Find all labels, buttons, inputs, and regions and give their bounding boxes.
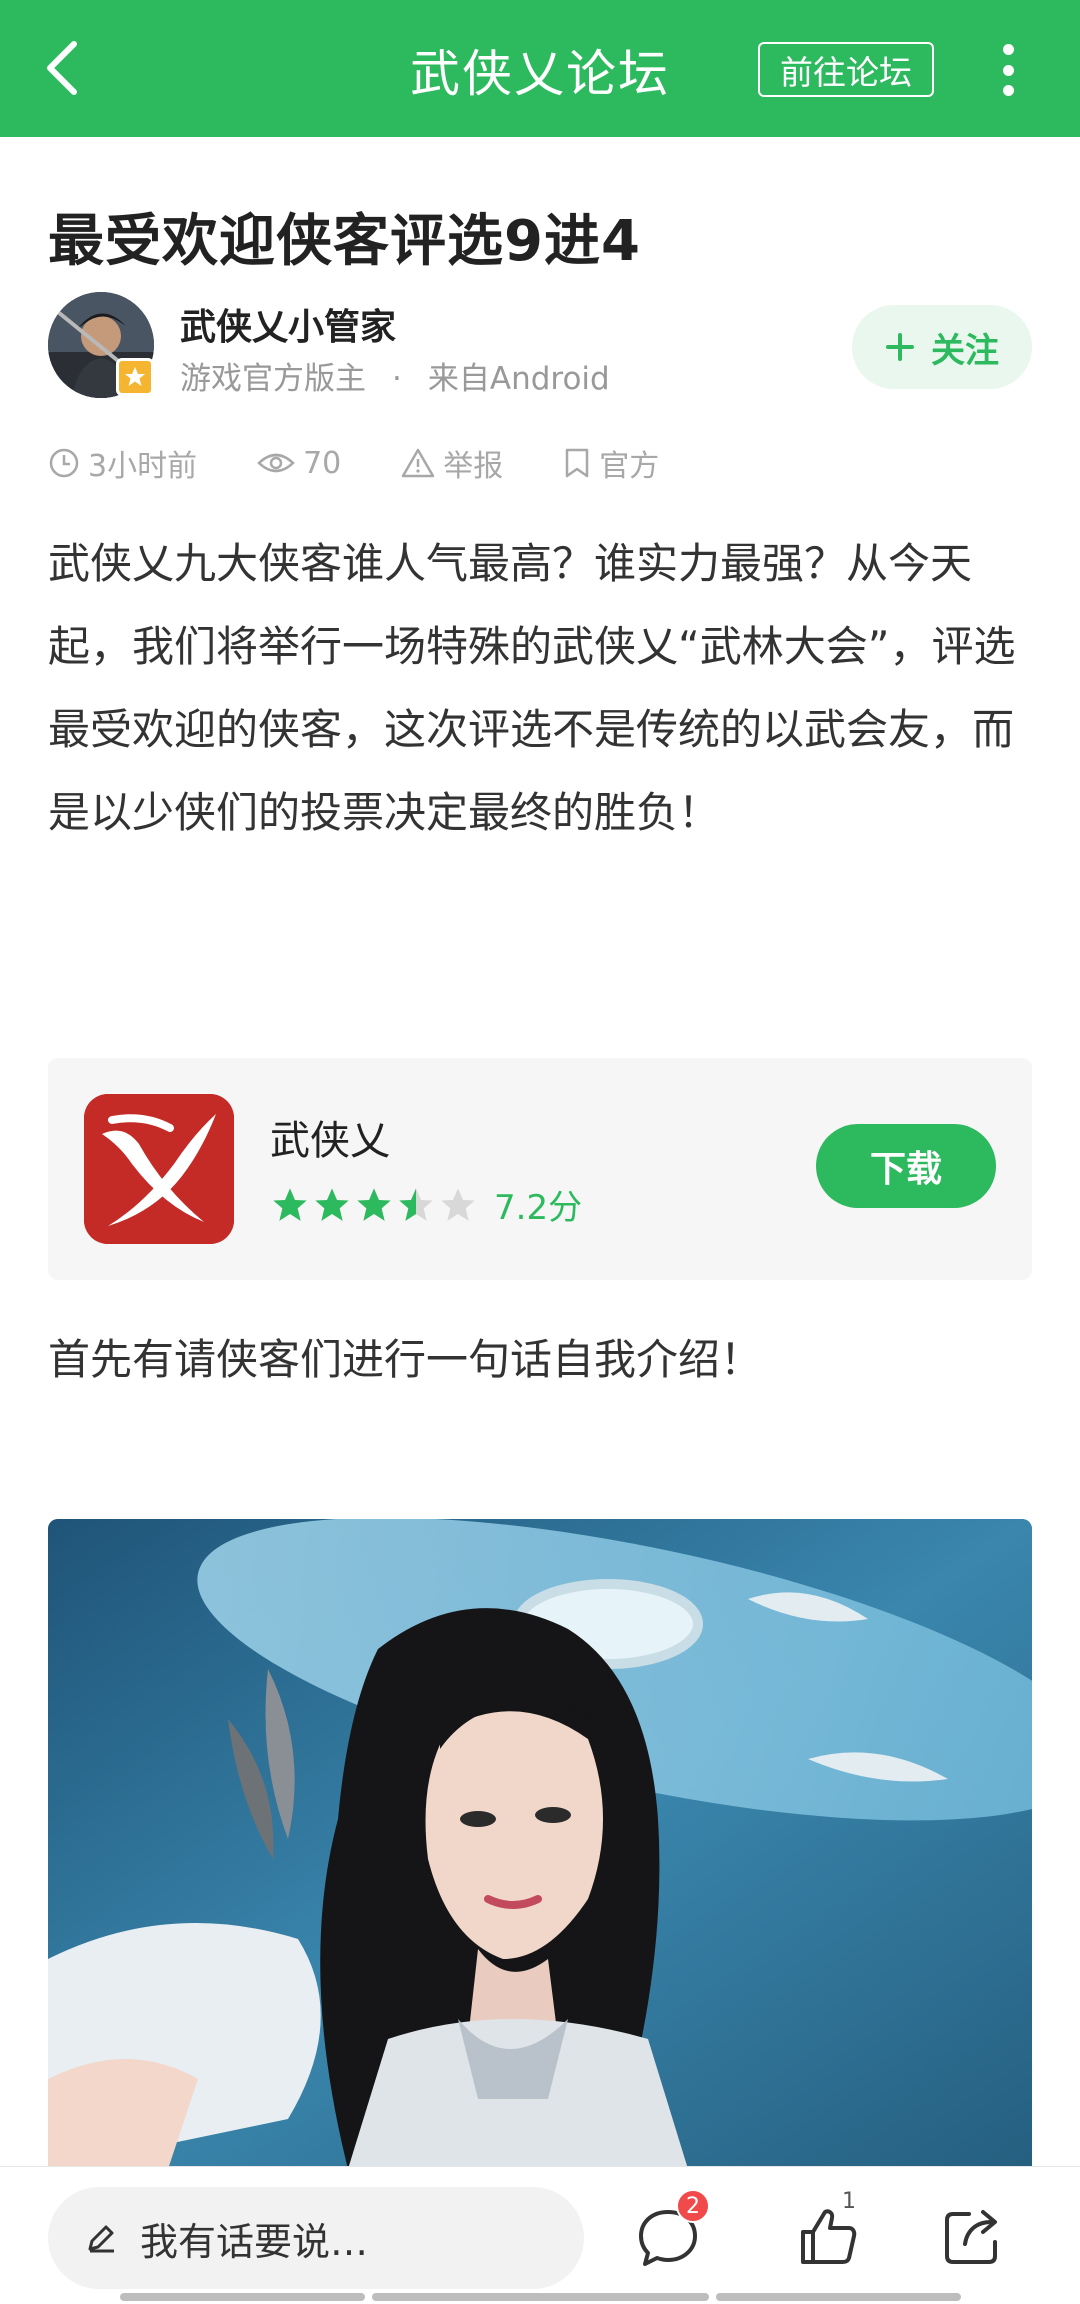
post-paragraph: 首先有请侠客们进行一句话自我介绍！: [48, 1335, 763, 1384]
half-star-icon: [399, 1187, 433, 1221]
report-button[interactable]: 举报: [401, 441, 503, 485]
post-paragraph: 武侠乂九大侠客谁人气最高？谁实力最强？从今天起，我们将举行一场特殊的武侠乂“武林…: [48, 539, 1016, 837]
share-button[interactable]: [930, 2195, 1014, 2279]
official-tag: 官方: [563, 441, 659, 485]
author-meta: 游戏官方版主 · 来自Android: [180, 353, 610, 398]
view-count: 70: [257, 446, 341, 481]
bottom-action-bar: 我有话要说… 2 1: [0, 2166, 1080, 2304]
author-role: 游戏官方版主: [180, 361, 366, 397]
author-name[interactable]: 武侠乂小管家: [180, 298, 396, 350]
top-app-bar: 武侠乂论坛 前往论坛: [0, 0, 1080, 137]
gesture-bar: [716, 2293, 961, 2301]
gesture-bar: [120, 2293, 365, 2301]
star-icon: [273, 1187, 307, 1221]
comments-button[interactable]: 2: [626, 2189, 710, 2279]
more-vertical-icon: [1002, 44, 1014, 55]
app-icon: [84, 1094, 234, 1244]
comment-placeholder: 我有话要说…: [140, 2219, 369, 2264]
like-button[interactable]: 1: [786, 2189, 870, 2279]
post-image[interactable]: [48, 1519, 1032, 2169]
post-stats: 3小时前 70 举报 官方: [48, 440, 719, 486]
follow-label: 关注: [931, 330, 999, 371]
meta-separator: ·: [392, 361, 402, 397]
rating-stars: [270, 1185, 478, 1225]
app-rating: 7.2分: [270, 1180, 582, 1229]
gesture-bar: [372, 2293, 709, 2301]
app-name: 武侠乂: [270, 1118, 390, 1164]
app-card[interactable]: 武侠乂 7.2分 下载: [48, 1058, 1032, 1280]
comment-count-badge: 2: [676, 2189, 710, 2223]
goto-forum-button[interactable]: 前往论坛: [758, 42, 934, 97]
share-icon: [945, 2210, 997, 2264]
moderator-badge-icon: [116, 358, 154, 396]
follow-button[interactable]: 关注: [852, 305, 1032, 389]
author-source: 来自Android: [427, 361, 610, 397]
clock-icon: [49, 448, 79, 478]
download-button[interactable]: 下载: [816, 1124, 996, 1208]
plus-icon: [886, 333, 914, 361]
comment-input[interactable]: 我有话要说…: [48, 2187, 584, 2289]
post-time: 3小时前: [48, 441, 197, 485]
empty-star-icon: [441, 1187, 475, 1221]
bookmark-icon: [566, 448, 589, 478]
like-count: 1: [842, 2189, 856, 2214]
star-icon: [357, 1187, 391, 1221]
eye-icon: [257, 453, 295, 473]
post-title: 最受欢迎侠客评选9进4: [48, 209, 641, 274]
more-menu-button[interactable]: [984, 38, 1032, 102]
star-icon: [315, 1187, 349, 1221]
app-score: 7.2分: [494, 1188, 583, 1228]
pencil-icon: [88, 2225, 114, 2253]
warning-icon: [402, 448, 435, 478]
